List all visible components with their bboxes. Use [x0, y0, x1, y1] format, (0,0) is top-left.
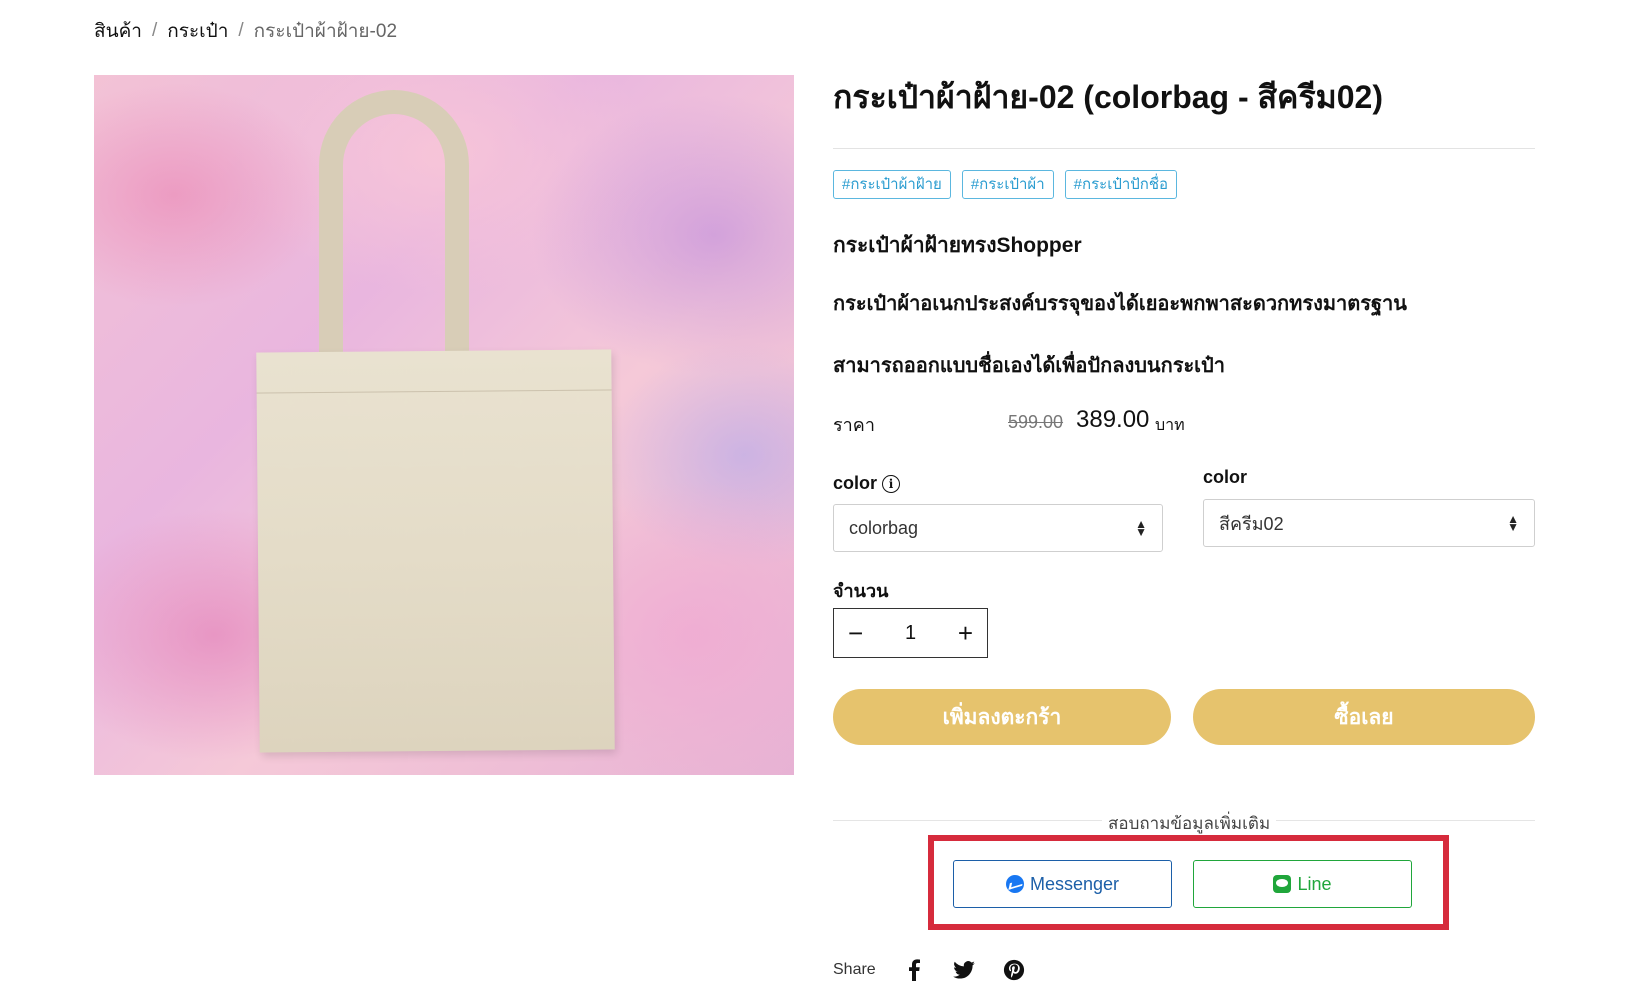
buy-now-button[interactable]: ซื้อเลย [1193, 689, 1535, 745]
breadcrumb-current: กระเป๋าผ้าฝ้าย-02 [253, 21, 398, 42]
option-2-value: สีครีม02 [1219, 513, 1284, 534]
add-to-cart-button[interactable]: เพิ่มลงตะกร้า [833, 689, 1171, 745]
line-button[interactable]: Line [1193, 860, 1412, 908]
breadcrumb-separator: / [238, 20, 244, 41]
quantity-label: จำนวน [833, 581, 889, 601]
bag-seam [256, 349, 612, 394]
messenger-label: Messenger [1029, 873, 1120, 894]
tag-cotton-bag[interactable]: #กระเป๋าผ้าฝ้าย [833, 170, 951, 199]
current-price: 389.00 [1076, 406, 1150, 433]
breadcrumb-item-products[interactable]: สินค้า [94, 16, 142, 46]
share-bar: Share [833, 958, 1026, 982]
quantity-minus-button[interactable]: − [848, 620, 863, 646]
option-1-label: color i [833, 473, 901, 494]
quantity-value[interactable]: 1 [905, 622, 916, 645]
quantity-stepper: − 1 + [833, 608, 988, 658]
product-title: กระเป๋าผ้าฝ้าย-02 (colorbag - สีครีม02) [833, 79, 1383, 115]
sort-arrows-icon: ▲ ▼ [1507, 512, 1519, 534]
info-icon[interactable]: i [882, 474, 901, 493]
messenger-button[interactable]: Messenger [953, 860, 1172, 908]
twitter-icon[interactable] [952, 958, 976, 982]
bag-body [256, 349, 615, 753]
product-subtitle: กระเป๋าผ้าฝ้ายทรงShopper [833, 234, 1082, 257]
option-2-select[interactable]: สีครีม02 ▲ ▼ [1203, 499, 1535, 547]
option-1-select[interactable]: colorbag ▲ ▼ [833, 504, 1163, 552]
currency-label: บาท [1155, 417, 1185, 434]
facebook-icon[interactable] [902, 958, 926, 982]
quantity-plus-button[interactable]: + [958, 620, 973, 646]
old-price: 599.00 [1008, 412, 1064, 432]
inquiry-label: สอบถามข้อมูลเพิ่มเติม [1102, 810, 1277, 837]
breadcrumb-separator: / [151, 20, 158, 41]
tag-list: #กระเป๋าผ้าฝ้าย #กระเป๋าผ้า #กระเป๋าปักช… [833, 170, 1178, 199]
share-label: Share [833, 961, 876, 978]
option-2-label-text: color [1203, 467, 1248, 487]
tag-cloth-bag[interactable]: #กระเป๋าผ้า [961, 170, 1054, 199]
line-label: Line [1297, 873, 1332, 894]
sort-arrows-icon: ▲ ▼ [1135, 517, 1147, 539]
product-description-1: กระเป๋าผ้าอเนกประสงค์บรรจุของได้เยอะพกพา… [833, 293, 1407, 315]
option-1-value: colorbag [849, 517, 919, 538]
line-icon [1273, 875, 1292, 893]
option-2-label: color [1203, 467, 1247, 488]
breadcrumb-item-bags[interactable]: กระเป๋า [167, 16, 228, 46]
title-divider [833, 148, 1535, 149]
messenger-icon [1005, 875, 1024, 893]
option-1-label-text: color [833, 473, 878, 493]
tag-embroidered-bag[interactable]: #กระเป๋าปักชื่อ [1064, 170, 1178, 199]
product-image[interactable] [94, 75, 794, 775]
product-description-2: สามารถออกแบบชื่อเองได้เพื่อปักลงบนกระเป๋… [833, 355, 1225, 377]
price-label: ราคา [833, 415, 875, 435]
pinterest-icon[interactable] [1002, 958, 1026, 982]
breadcrumb: สินค้า / กระเป๋า / กระเป๋าผ้าฝ้าย-02 [94, 16, 397, 46]
